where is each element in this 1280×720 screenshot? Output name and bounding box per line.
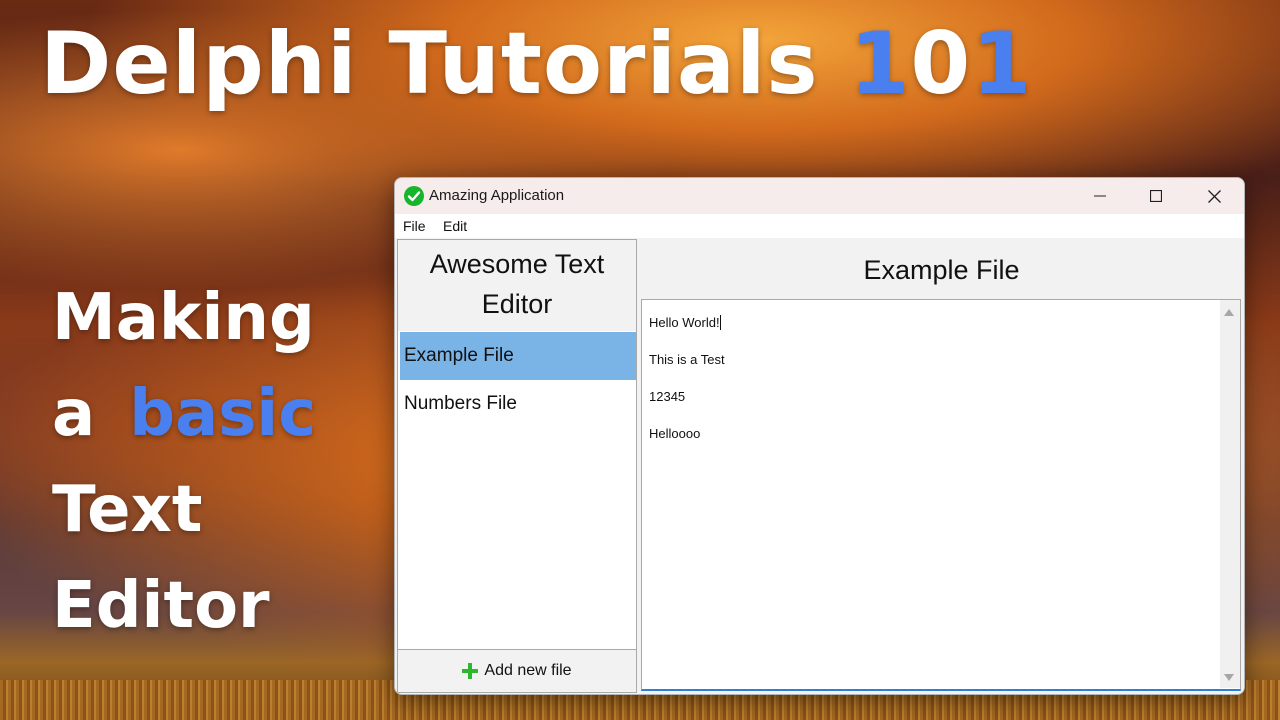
editor-line-text: Hello World! <box>649 315 720 330</box>
headline-digit-1: 1 <box>849 14 911 114</box>
close-button[interactable] <box>1186 178 1242 214</box>
file-list-item-numbers[interactable]: Numbers File <box>400 380 636 428</box>
window-title: Amazing Application <box>429 187 565 204</box>
subtitle-line-1: Making <box>52 281 315 355</box>
app-window: Amazing Application File Edit Awesome Te… <box>394 177 1245 695</box>
scroll-down-arrow-icon[interactable] <box>1224 674 1234 681</box>
editor-content: Hello World! This is a Test 12345 Helloo… <box>649 304 1219 452</box>
text-caret <box>719 315 721 330</box>
file-list-item-example[interactable]: Example File <box>400 332 636 380</box>
editor-title: Example File <box>863 255 1020 285</box>
text-editor[interactable]: Hello World! This is a Test 12345 Helloo… <box>641 299 1241 691</box>
plus-icon <box>462 663 479 679</box>
add-new-file-button[interactable]: Add new file <box>398 649 636 692</box>
headline-digit-1b: 1 <box>971 14 1033 114</box>
thumbnail-subtitle: Making a basic Text Editor <box>52 270 372 654</box>
headline-digit-0: 0 <box>910 14 972 114</box>
headline-text: Delphi Tutorials <box>40 14 850 114</box>
close-icon <box>1207 189 1221 203</box>
subtitle-line-3: Text <box>52 473 203 547</box>
menu-edit[interactable]: Edit <box>443 218 467 234</box>
scroll-up-arrow-icon[interactable] <box>1224 309 1234 316</box>
editor-line: Helloooo <box>649 426 701 441</box>
maximize-icon <box>1150 190 1162 202</box>
thumbnail-headline: Delphi Tutorials 101 <box>40 14 1032 114</box>
title-bar[interactable]: Amazing Application <box>395 178 1244 214</box>
minimize-icon <box>1094 195 1106 197</box>
subtitle-line-2: a basic <box>52 366 372 462</box>
menu-bar: File Edit <box>395 214 1244 238</box>
subtitle-word-basic: basic <box>129 377 317 451</box>
add-new-file-label: Add new file <box>484 662 572 679</box>
minimize-button[interactable] <box>1072 178 1128 214</box>
file-list-panel: Awesome Text Editor Example File Numbers… <box>397 239 637 693</box>
subtitle-word-a: a <box>52 377 96 451</box>
editor-line: This is a Test <box>649 352 725 367</box>
green-check-icon <box>404 186 424 206</box>
editor-line: Hello World! <box>649 304 1219 341</box>
subtitle-line-4: Editor <box>52 569 270 643</box>
vertical-scrollbar[interactable] <box>1220 300 1240 688</box>
editor-panel: Example File Hello World! This is a Test… <box>639 239 1244 694</box>
editor-line: 12345 <box>649 389 686 404</box>
menu-file[interactable]: File <box>403 218 426 234</box>
maximize-button[interactable] <box>1128 178 1184 214</box>
sidebar-header: Awesome Text Editor <box>398 240 636 331</box>
